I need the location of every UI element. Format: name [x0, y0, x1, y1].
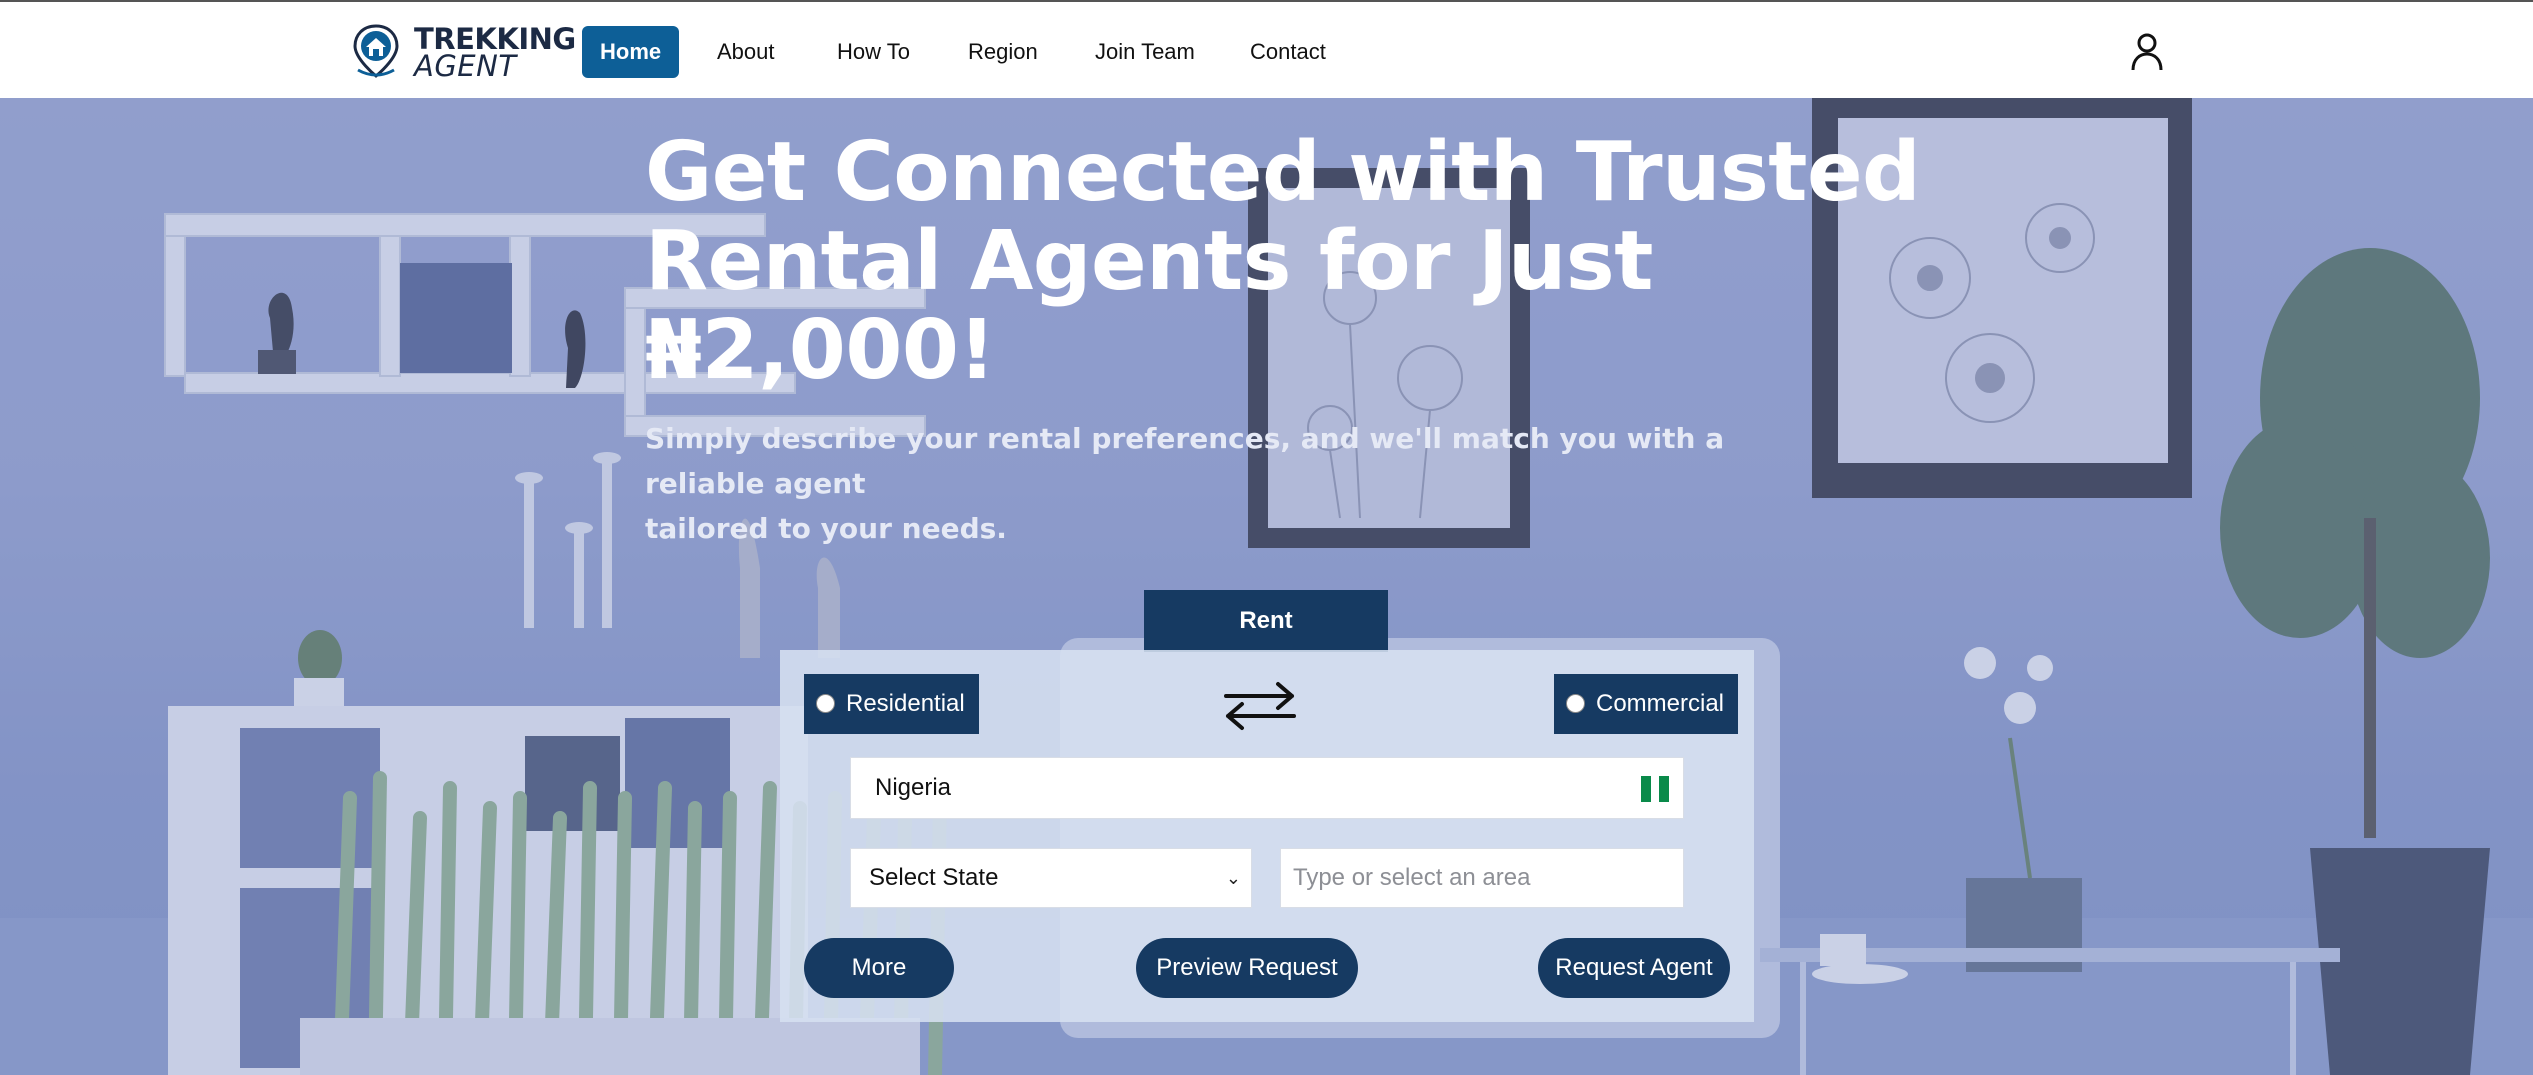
subtitle-line-2: tailored to your needs.: [645, 512, 1007, 545]
residential-radio[interactable]: [816, 694, 835, 713]
state-select[interactable]: Select State ⌄: [850, 848, 1252, 908]
headline-line-2: Rental Agents for Just: [645, 214, 1653, 309]
country-value: Nigeria: [875, 774, 952, 801]
commercial-label: Commercial: [1596, 690, 1725, 717]
brand-name-line2: AGENT: [414, 49, 517, 83]
more-button[interactable]: More: [804, 938, 954, 998]
hero-headline: Get Connected with Trusted Rental Agents…: [645, 128, 1945, 395]
user-icon[interactable]: [2130, 32, 2164, 72]
request-agent-button[interactable]: Request Agent: [1538, 938, 1730, 998]
headline-line-3: ₦2,000!: [645, 303, 996, 398]
area-input[interactable]: [1280, 848, 1684, 908]
nav-join-team[interactable]: Join Team: [1077, 26, 1213, 78]
residential-label: Residential: [846, 690, 965, 717]
country-field[interactable]: Nigeria: [850, 757, 1684, 819]
preview-request-button[interactable]: Preview Request: [1136, 938, 1358, 998]
tab-rent[interactable]: Rent: [1144, 590, 1388, 652]
house-pin-icon: [353, 24, 399, 78]
search-card: Residential Commercial Nigeria Select St…: [780, 650, 1754, 1022]
headline-line-1: Get Connected with Trusted: [645, 125, 1921, 220]
navbar: TREKKING AGENT Home About How To Region …: [0, 2, 2533, 98]
brand-logo[interactable]: TREKKING AGENT: [352, 22, 576, 83]
commercial-radio[interactable]: [1566, 694, 1585, 713]
hero-subtitle: Simply describe your rental preferences,…: [645, 416, 1805, 551]
residential-option[interactable]: Residential: [804, 674, 979, 734]
nav-how-to[interactable]: How To: [819, 26, 928, 78]
subtitle-line-1: Simply describe your rental preferences,…: [645, 422, 1725, 500]
nav-home[interactable]: Home: [582, 26, 680, 78]
hero-section: Get Connected with Trusted Rental Agents…: [0, 98, 2533, 1075]
nigeria-flag-icon: [1641, 776, 1669, 802]
nav-about[interactable]: About: [699, 26, 793, 78]
state-select-value: Select State: [869, 864, 999, 891]
nav-contact[interactable]: Contact: [1232, 26, 1344, 78]
swap-arrows-icon[interactable]: [1220, 680, 1300, 732]
nav-region[interactable]: Region: [950, 26, 1056, 78]
chevron-down-icon: ⌄: [1225, 868, 1241, 888]
commercial-option[interactable]: Commercial: [1554, 674, 1739, 734]
